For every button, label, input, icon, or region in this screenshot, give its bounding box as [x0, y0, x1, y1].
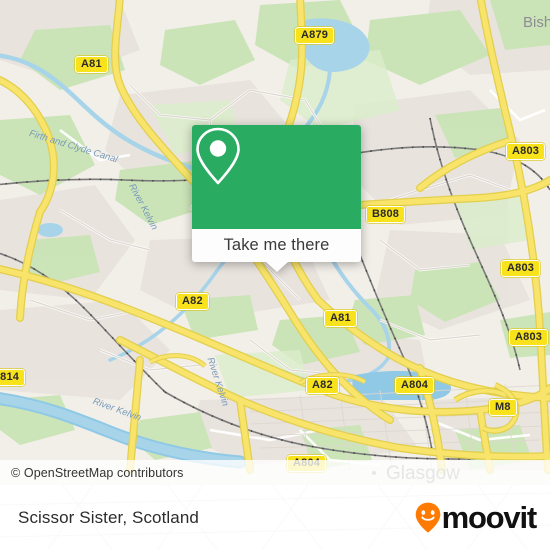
road-shield-a803: A803 [509, 329, 549, 346]
moovit-map-screenshot: Firth and Clyde Canal River Kelvin River… [0, 0, 550, 550]
moovit-logo[interactable]: moovit [415, 485, 538, 550]
map-pin-icon [196, 127, 240, 185]
page-title: Scissor Sister, Scotland [18, 507, 199, 527]
road-shield-m8: M8 [489, 399, 517, 416]
road-shield-a803: A803 [501, 260, 541, 277]
popup-action-bar[interactable]: Take me there [192, 229, 361, 262]
road-shield-a814: A814 [0, 369, 26, 386]
osm-attribution: © OpenStreetMap contributors [11, 465, 184, 480]
road-shield-a81: A81 [324, 310, 357, 327]
road-shield-a82: A82 [306, 377, 339, 394]
road-shield-a81: A81 [75, 56, 108, 73]
place-label-bishopbriggs: Bisho [523, 14, 550, 31]
take-me-there-label: Take me there [223, 236, 330, 254]
footer-bar: Scissor Sister, Scotland moovit [0, 485, 550, 550]
road-shield-b808: B808 [366, 206, 406, 223]
popup-marker-area [192, 125, 361, 229]
map-attribution-bar: © OpenStreetMap contributors [0, 460, 550, 485]
moovit-wordmark: moovit [441, 500, 538, 535]
road-shield-a804: A804 [395, 377, 435, 394]
road-shield-a879: A879 [295, 27, 335, 44]
map-canvas[interactable]: Firth and Clyde Canal River Kelvin River… [0, 0, 550, 485]
road-shield-a803: A803 [506, 143, 546, 160]
take-me-there-popup[interactable]: Take me there [192, 125, 361, 272]
road-shield-a82: A82 [176, 293, 209, 310]
moovit-smiley-pin-icon [415, 502, 440, 533]
popup-tail [265, 262, 288, 272]
